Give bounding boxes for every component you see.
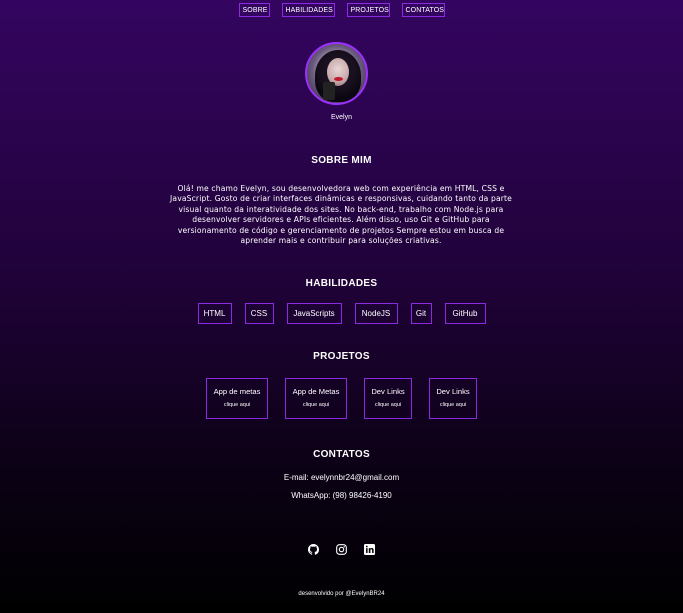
avatar-phone (323, 82, 335, 100)
project-link[interactable]: clique aqui (224, 402, 250, 408)
project-card: App de metas clique aqui (206, 378, 268, 419)
social-links (0, 542, 683, 555)
projects-title: PROJETOS (313, 351, 370, 362)
about-text: Olá! me chamo Evelyn, sou desenvolvedora… (170, 184, 512, 246)
instagram-icon[interactable] (336, 542, 347, 555)
project-title: App de Metas (292, 387, 340, 396)
nav-link-contatos[interactable]: CONTATOS (401, 3, 445, 17)
contact-email[interactable]: E-mail: evelynnbr24@gmail.com (0, 473, 683, 482)
linkedin-icon[interactable] (364, 542, 375, 555)
contacts-title: CONTATOS (313, 449, 370, 460)
nav-link-sobre[interactable]: SOBRE (238, 3, 270, 17)
skill-badge-git: Git (410, 303, 432, 324)
project-link[interactable]: clique aqui (303, 402, 329, 408)
skill-badge-github: GitHub (444, 303, 486, 324)
github-icon[interactable] (308, 542, 319, 555)
project-card: Dev Links clique aqui (429, 378, 477, 419)
skill-badge-nodejs: NodeJS (354, 303, 398, 324)
about-title: SOBRE MIM (311, 155, 372, 166)
skills-list: HTML CSS JavaScripts NodeJS Git GitHub (0, 303, 683, 324)
project-title: Dev Links (371, 387, 405, 396)
nav-link-habilidades[interactable]: HABILIDADES (281, 3, 335, 17)
skill-badge-css: CSS (244, 303, 274, 324)
project-title: App de metas (213, 387, 261, 396)
profile-name: Evelyn (330, 114, 352, 121)
project-title: Dev Links (436, 387, 470, 396)
contact-whatsapp[interactable]: WhatsApp: (98) 98426-4190 (0, 491, 683, 500)
projects-list: App de metas clique aqui App de Metas cl… (0, 378, 683, 419)
skills-title: HABILIDADES (305, 278, 378, 289)
profile-avatar (305, 42, 368, 105)
project-card: App de Metas clique aqui (285, 378, 347, 419)
nav-link-projetos[interactable]: PROJETOS (346, 3, 390, 17)
project-link[interactable]: clique aqui (440, 402, 466, 408)
skill-badge-html: HTML (197, 303, 232, 324)
avatar-lips (334, 77, 343, 81)
project-link[interactable]: clique aqui (375, 402, 401, 408)
footer-credit: desenvolvido por @EvelynBR24 (298, 591, 385, 597)
skill-badge-javascript: JavaScripts (286, 303, 342, 324)
top-nav: SOBRE HABILIDADES PROJETOS CONTATOS (0, 3, 683, 17)
project-card: Dev Links clique aqui (364, 378, 412, 419)
